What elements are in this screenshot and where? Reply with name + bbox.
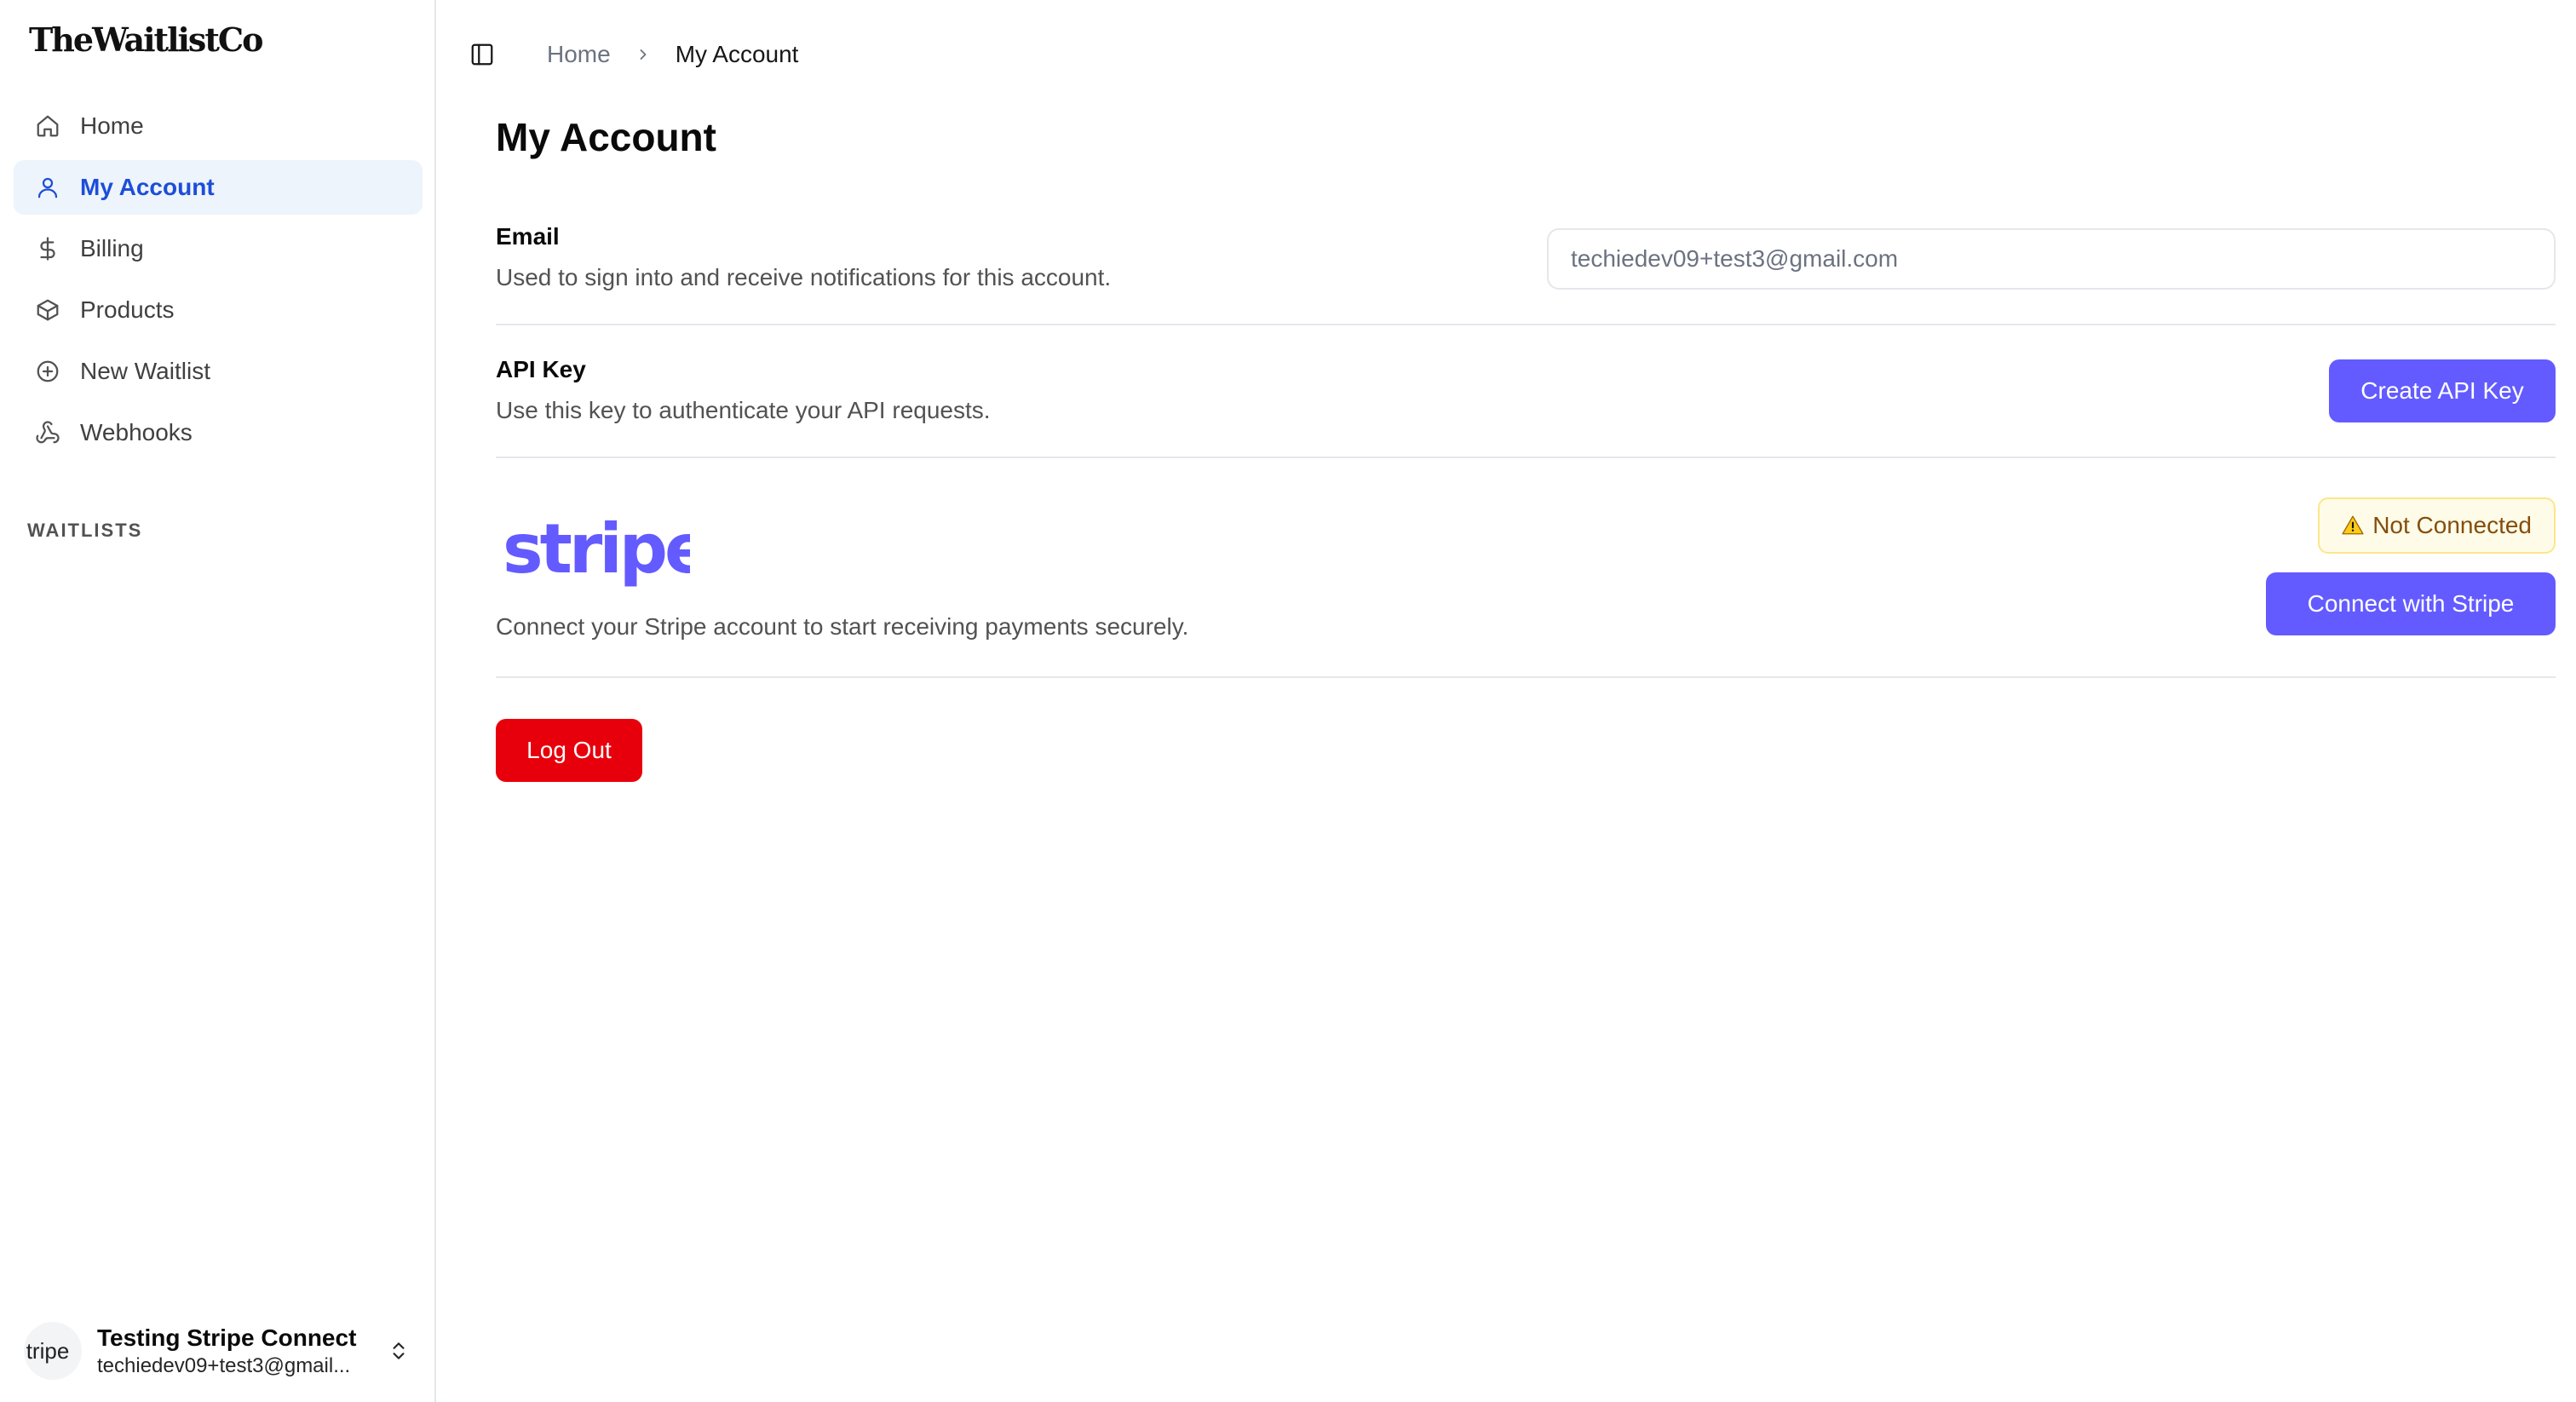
user-name: Testing Stripe Connect [97,1324,357,1351]
waitlists-section-label: WAITLISTS [27,520,143,541]
user-menu[interactable]: tripe Testing Stripe Connect techiedev09… [24,1320,416,1382]
user-info: Testing Stripe Connect techiedev09+test3… [97,1323,382,1379]
dollar-icon [34,235,61,262]
sidebar-item-billing[interactable]: Billing [14,221,423,276]
sidebar-item-webhooks[interactable]: Webhooks [14,405,423,460]
webhook-icon [34,419,61,446]
user-email: techiedev09+test3@gmail... [97,1354,351,1377]
stripe-status-badge: Not Connected [2318,497,2556,554]
sidebar-item-label: My Account [80,174,215,200]
app-root: TheWaitlistCo Home My Account Billing Pr… [0,0,2576,1402]
stripe-section: stripe Connect your Stripe account to st… [496,494,2556,678]
avatar: tripe [24,1322,82,1380]
sidebar-item-products[interactable]: Products [14,283,423,337]
sidebar-toggle-icon[interactable] [467,39,497,70]
sidebar-item-home[interactable]: Home [14,99,423,153]
home-icon [34,112,61,140]
brand-logo[interactable]: TheWaitlistCo [29,20,263,59]
stripe-description: Connect your Stripe account to start rec… [496,613,1189,640]
chevron-right-icon [635,46,652,63]
breadcrumb-current: My Account [675,41,799,67]
api-key-title: API Key [496,356,586,382]
email-field[interactable] [1547,228,2556,290]
api-key-description: Use this key to authenticate your API re… [496,397,991,423]
svg-text:stripe: stripe [503,511,690,589]
plus-circle-icon [34,358,61,385]
box-icon [34,296,61,324]
email-section: Email Used to sign into and receive noti… [496,223,2556,325]
sidebar-item-label: New Waitlist [80,358,210,384]
sidebar-item-label: Billing [80,235,144,261]
connect-stripe-button[interactable]: Connect with Stripe [2266,572,2556,635]
api-key-section: API Key Use this key to authenticate you… [496,356,2556,458]
sidebar-item-my-account[interactable]: My Account [14,160,423,215]
sidebar-item-label: Home [80,112,144,139]
log-out-button[interactable]: Log Out [496,719,642,782]
sidebar-nav: Home My Account Billing Products New Wai… [14,99,423,467]
breadcrumb: Home My Account [547,41,798,68]
warning-icon [2342,514,2364,537]
topbar: Home My Account [467,37,798,72]
main-content: Home My Account My Account Email Used to… [436,0,2576,1402]
stripe-status-text: Not Connected [2372,512,2532,538]
breadcrumb-home[interactable]: Home [547,41,611,68]
sidebar-item-new-waitlist[interactable]: New Waitlist [14,344,423,399]
create-api-key-button[interactable]: Create API Key [2329,359,2556,422]
user-icon [34,174,61,201]
sidebar-item-label: Products [80,296,175,323]
chevrons-up-down-icon[interactable] [382,1334,416,1368]
sidebar-item-label: Webhooks [80,419,193,445]
sidebar: TheWaitlistCo Home My Account Billing Pr… [0,0,436,1402]
page-title: My Account [496,115,716,159]
stripe-logo: stripe [503,511,690,589]
